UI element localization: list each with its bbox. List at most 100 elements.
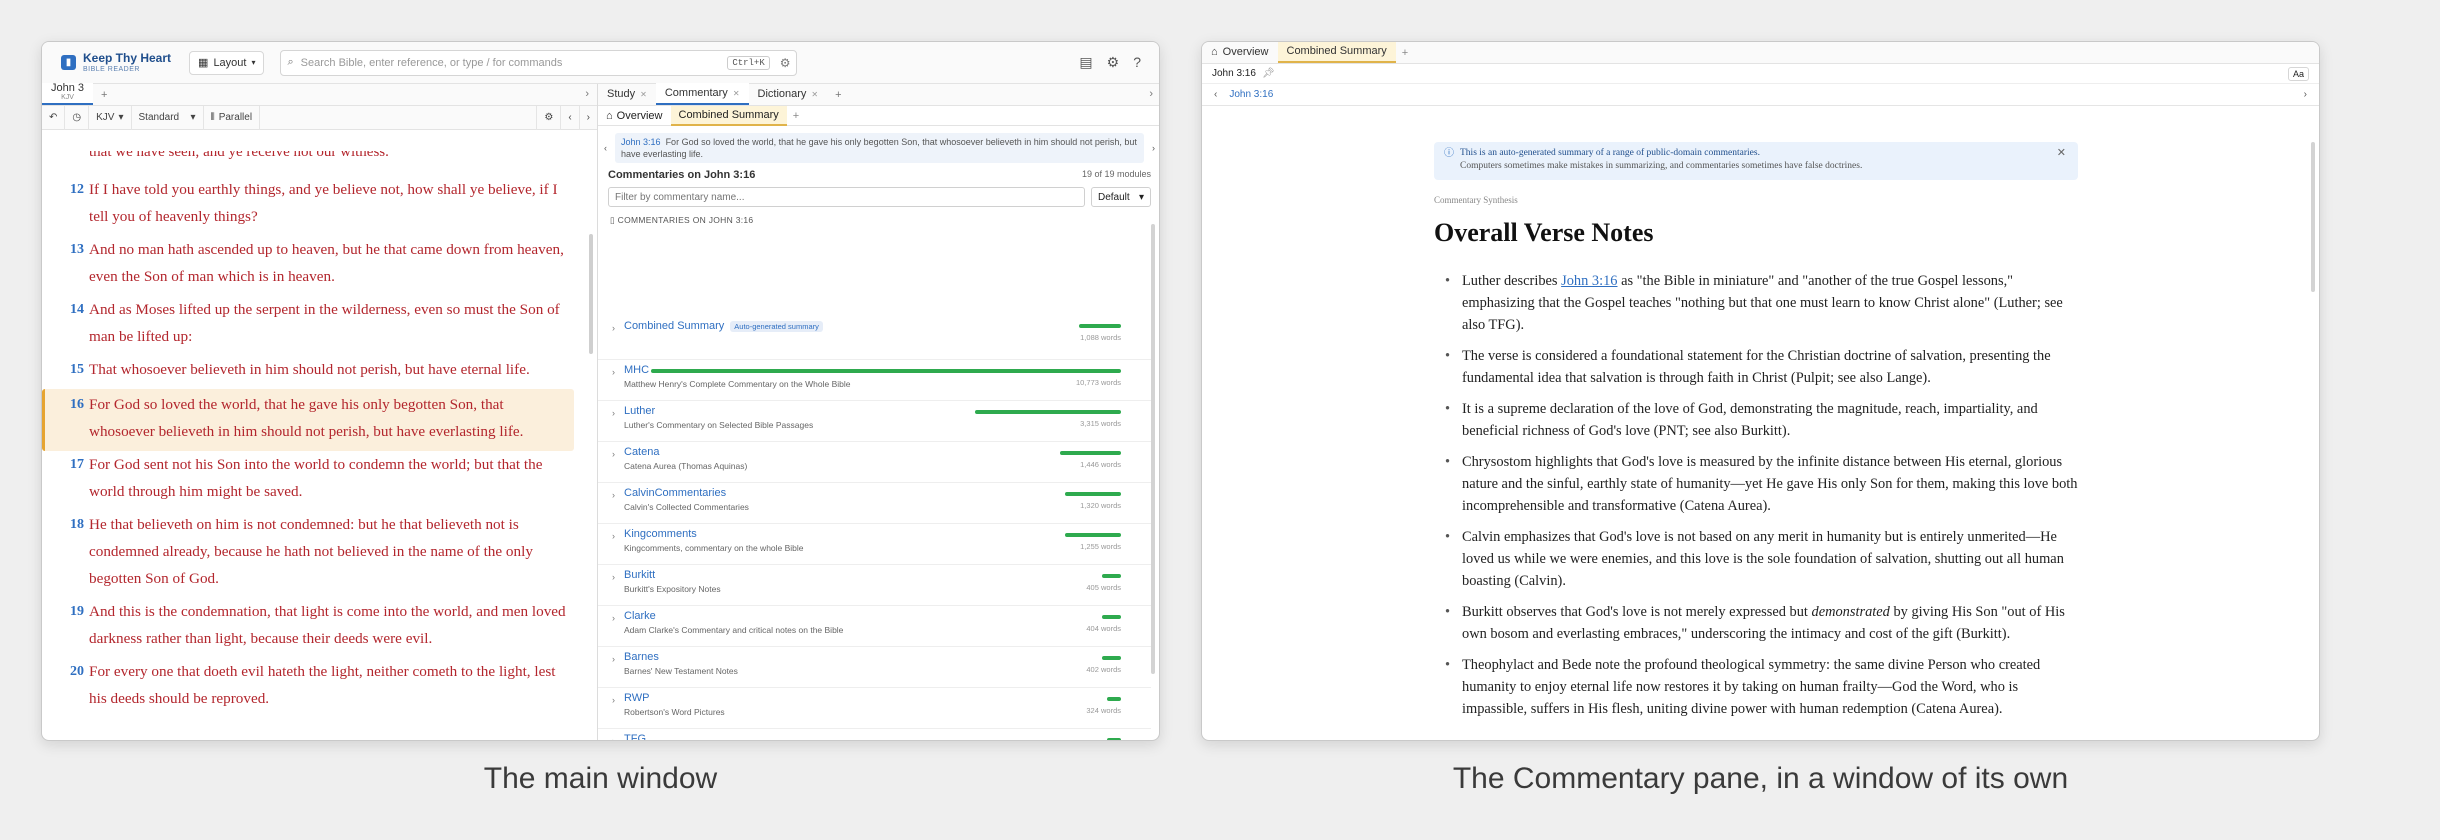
mode-select[interactable]: Standard ▾ [132, 105, 204, 130]
settings-icon[interactable]: ⚙ [536, 105, 562, 130]
commentary-description: Catena Aurea (Thomas Aquinas) [624, 461, 748, 471]
add-tab-icon[interactable]: + [787, 110, 805, 122]
commentary-window: ⌂ Overview Combined Summary + John 3:16 📌… [1201, 41, 2320, 741]
chevron-right-icon[interactable]: › [612, 323, 615, 333]
verse[interactable]: 14 And as Moses lifted up the serpent in … [64, 296, 574, 356]
search-settings-icon[interactable]: ⚙ [780, 56, 791, 70]
tab-dictionary[interactable]: Dictionary ✕ [749, 83, 828, 105]
verse-text: If I have told you earthly things, and y… [89, 181, 558, 225]
verse-text: And no man hath ascended up to heaven, b… [89, 241, 564, 285]
gear-icon[interactable]: ⚙ [1107, 54, 1120, 71]
history-icon[interactable]: ◷ [65, 105, 90, 130]
word-count: 402 words [1086, 665, 1121, 674]
commentary-item[interactable]: › RWP Robertson's Word Pictures 324 words [598, 688, 1151, 729]
commentary-item[interactable]: › Combined Summary Auto-generated summary 1… [598, 310, 1151, 360]
chevron-right-icon[interactable]: › [1149, 88, 1153, 100]
chevron-right-icon[interactable]: › [612, 654, 615, 664]
tab-commentary[interactable]: Commentary ✕ [655, 83, 749, 105]
parallel-button[interactable]: ⫴ Parallel [204, 105, 261, 130]
commentary-item[interactable]: ›TFGThe Fourfold Gospel and Commentary o… [598, 729, 1151, 740]
commentaries-heading: Commentaries on John 3:16 [608, 169, 756, 181]
chevron-right-icon[interactable]: › [612, 613, 615, 623]
prev-chapter-icon[interactable]: ‹ [561, 105, 580, 130]
app-logo[interactable]: ▮ Keep Thy Heart BIBLE READER [61, 52, 171, 73]
verse[interactable]: 16 For God so loved the world, that he ga… [42, 389, 574, 451]
sort-select[interactable]: Default ▾ [1091, 187, 1151, 207]
chevron-down-icon: ▾ [251, 58, 256, 67]
verse[interactable]: 19 And this is the condemnation, that lig… [64, 598, 574, 658]
commentary-description: Robertson's Word Pictures [624, 707, 725, 717]
commentary-item[interactable]: › Luther Luther's Commentary on Selected B… [598, 401, 1151, 442]
chevron-right-icon[interactable]: › [612, 408, 615, 418]
chevron-right-icon[interactable]: › [612, 736, 615, 740]
prev-verse-icon[interactable]: ‹ [1214, 89, 1217, 100]
layout-label: Layout [213, 56, 247, 69]
verse[interactable]: 15 That whosoever believeth in him should… [64, 356, 574, 389]
verse-text: And as Moses lifted up the serpent in th… [89, 301, 560, 345]
modules-count: 19 of 19 modules [1081, 169, 1151, 179]
chevron-right-icon[interactable]: › [612, 490, 615, 500]
search-input[interactable]: ⌕ Search Bible, enter reference, or type… [280, 49, 798, 76]
next-verse-icon[interactable]: › [2304, 89, 2307, 100]
commentary-item[interactable]: › Kingcomments Kingcomments, commentary on… [598, 524, 1151, 565]
add-tab-icon[interactable]: + [827, 89, 849, 101]
chevron-right-icon[interactable]: › [612, 531, 615, 541]
next-chapter-icon[interactable]: › [580, 106, 597, 130]
commentary-item[interactable]: › CalvinCommentaries Calvin's Collected Co… [598, 483, 1151, 524]
scrollbar[interactable] [589, 234, 593, 354]
filter-input[interactable] [608, 187, 1085, 207]
layout-button[interactable]: ▦ Layout ▾ [189, 50, 265, 75]
tab-study[interactable]: Study ✕ [598, 83, 656, 105]
verse[interactable]: 18 He that believeth on him is not condem… [64, 511, 574, 598]
tab-john-3[interactable]: John 3 KJV [42, 83, 94, 105]
bible-pane: John 3 KJV + › ↶ ◷ KJV ▾ Standard ▾ ⫴ Pa… [42, 83, 598, 740]
next-verse-icon[interactable]: › [1152, 143, 1155, 153]
chevron-right-icon[interactable]: › [612, 449, 615, 459]
scrollbar[interactable] [2311, 142, 2315, 292]
nav-reference[interactable]: John 3:16 [1229, 89, 1273, 100]
verse[interactable]: 13 And no man hath ascended up to heaven,… [64, 236, 574, 296]
chevron-right-icon[interactable]: › [612, 572, 615, 582]
commentary-item[interactable]: › Barnes Barnes' New Testament Notes 402 wo… [598, 647, 1151, 688]
note-item: It is a supreme declaration of the love … [1445, 398, 2082, 442]
commentary-description: Barnes' New Testament Notes [624, 666, 738, 676]
tab-overview[interactable]: ⌂ Overview [1202, 42, 1278, 63]
add-tab-icon[interactable]: + [93, 89, 115, 101]
main-window: ▮ Keep Thy Heart BIBLE READER ▦ Layout ▾… [41, 41, 1160, 741]
tab-combined-summary[interactable]: Combined Summary [1277, 42, 1396, 63]
word-count-bar [651, 369, 1121, 373]
chevron-right-icon[interactable]: › [585, 88, 589, 100]
pin-icon[interactable]: 📌︎ [1262, 68, 1275, 79]
help-icon[interactable]: ? [1133, 54, 1141, 71]
library-icon[interactable]: ▤ [1079, 54, 1092, 71]
chevron-right-icon[interactable]: › [612, 367, 615, 377]
back-icon[interactable]: ↶ [42, 105, 66, 130]
translation-select[interactable]: KJV ▾ [89, 105, 132, 130]
bible-tab-version: KJV [61, 94, 74, 101]
word-count: 404 words [1086, 624, 1121, 633]
search-placeholder: Search Bible, enter reference, or type /… [300, 56, 563, 69]
verse[interactable]: 12 If I have told you earthly things, and… [64, 176, 574, 236]
commentary-item[interactable]: › Clarke Adam Clarke's Commentary and crit… [598, 606, 1151, 647]
prev-verse-icon[interactable]: ‹ [604, 143, 607, 153]
top-bar: ▮ Keep Thy Heart BIBLE READER ▦ Layout ▾… [42, 42, 1159, 84]
verse-number: 13 [70, 242, 84, 257]
font-size-button[interactable]: Aa [2287, 66, 2309, 81]
verse[interactable]: 17 For God sent not his Son into the worl… [64, 451, 574, 511]
word-count-bar [1065, 492, 1121, 496]
subtab-combined-summary[interactable]: Combined Summary [670, 105, 787, 126]
subtab-overview[interactable]: ⌂ Overview [598, 106, 671, 126]
scrollbar[interactable] [1151, 224, 1155, 674]
chevron-right-icon[interactable]: › [612, 695, 615, 705]
add-tab-icon[interactable]: + [1396, 47, 1414, 59]
commentary-item[interactable]: › MHC Matthew Henry's Complete Commentary … [598, 360, 1151, 401]
note-item: Theophylact and Bede note the profound t… [1445, 654, 2082, 720]
verse[interactable]: 20 For every one that doeth evil hateth t… [64, 658, 574, 718]
commentary-item[interactable]: › Burkitt Burkitt's Expository Notes 405 wo… [598, 565, 1151, 606]
close-icon[interactable]: ✕ [2057, 147, 2066, 160]
commentary-list: › Combined Summary Auto-generated summary 1… [598, 310, 1151, 740]
caption-main: The main window [483, 762, 718, 795]
commentary-item[interactable]: › Catena Catena Aurea (Thomas Aquinas) 1,44… [598, 442, 1151, 483]
verse-link[interactable]: John 3:16 [1561, 273, 1617, 289]
status-badge: Auto-generated summary [730, 321, 823, 332]
